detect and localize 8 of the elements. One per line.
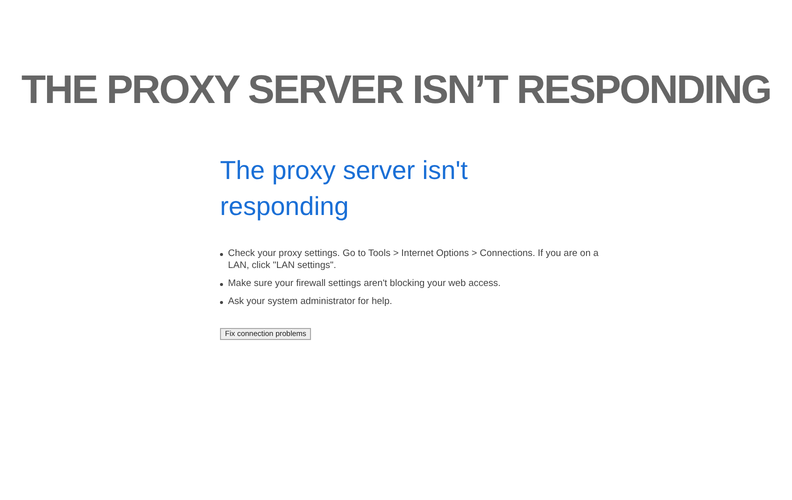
bullet-icon (220, 301, 223, 304)
bullet-icon (220, 283, 223, 286)
tip-text: Make sure your firewall settings aren't blocking your web access. (228, 278, 501, 290)
banner-title: THE PROXY SERVER ISN’T RESPONDING (21, 67, 771, 114)
tip-text: Check your proxy settings. Go to Tools > Internet Options > Connections. If you are on a LAN, click "LAN settings". (228, 248, 600, 272)
tip-text: Ask your system administrator for help. (228, 296, 392, 308)
bullet-icon (220, 253, 223, 256)
error-heading: The proxy server isn't responding (220, 154, 469, 223)
